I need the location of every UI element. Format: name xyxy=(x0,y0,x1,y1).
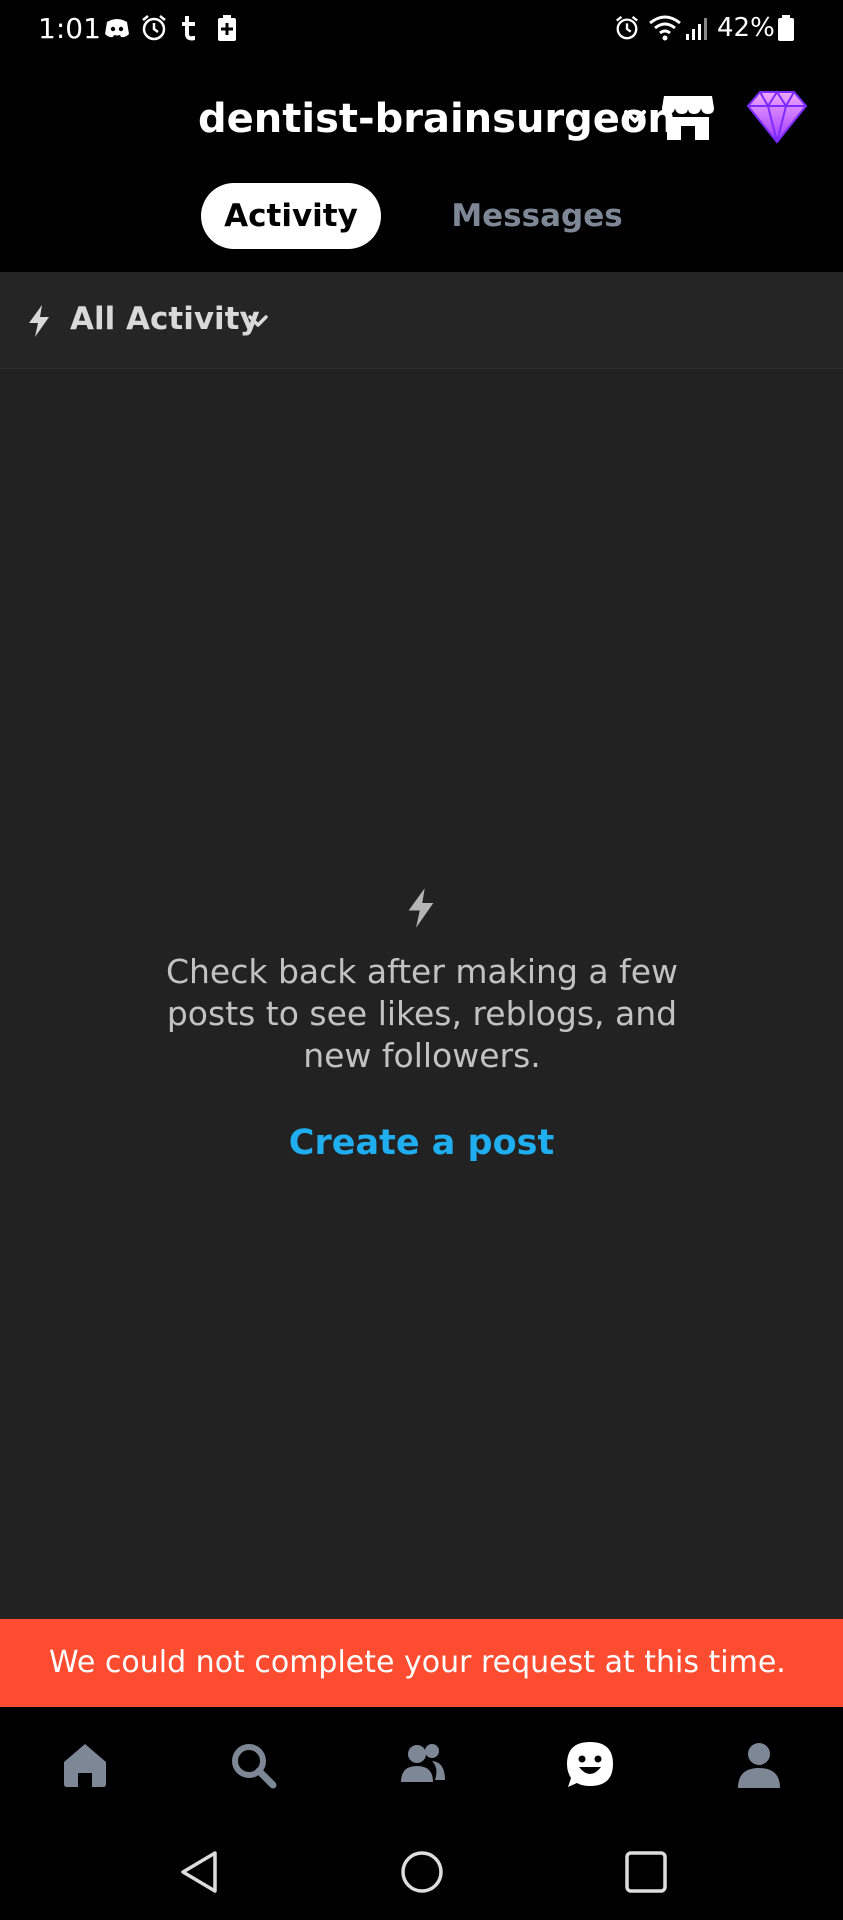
chevron-down-icon[interactable] xyxy=(620,102,650,132)
filter-label: All Activity xyxy=(70,301,260,337)
bottom-nav xyxy=(0,1707,843,1822)
nav-communities[interactable] xyxy=(392,1735,452,1795)
status-bar: 1:01 42% xyxy=(0,0,843,62)
create-post-label[interactable]: Create a post xyxy=(289,1123,554,1163)
back-icon xyxy=(181,1851,217,1893)
alarm-icon xyxy=(616,15,638,40)
lightning-icon xyxy=(408,888,434,928)
battery-saver-icon xyxy=(218,15,236,41)
back-button[interactable] xyxy=(172,1844,228,1900)
nav-activity[interactable] xyxy=(560,1735,620,1795)
signal-icon xyxy=(686,18,707,40)
nav-account[interactable] xyxy=(729,1735,789,1795)
search-icon xyxy=(232,1744,277,1789)
create-post-link[interactable]: Create a post xyxy=(0,1123,843,1163)
tab-activity[interactable]: Activity xyxy=(201,183,381,249)
chevron-down-icon xyxy=(248,315,268,327)
recents-button[interactable] xyxy=(618,1844,674,1900)
activity-icon xyxy=(567,1742,613,1787)
home-icon xyxy=(64,1744,106,1787)
nav-search[interactable] xyxy=(223,1735,283,1795)
home-button[interactable] xyxy=(394,1844,450,1900)
circle-icon xyxy=(401,1851,443,1893)
tumblr-icon xyxy=(182,16,195,41)
battery-percent: 42% xyxy=(717,13,775,43)
status-time: 1:01 xyxy=(38,12,101,45)
empty-state-message: Check back after making a few posts to s… xyxy=(165,952,679,1075)
communities-icon xyxy=(401,1744,445,1782)
shop-icon[interactable] xyxy=(660,90,716,142)
tab-messages[interactable]: Messages xyxy=(440,183,634,249)
header: dentist-brainsurgeon Activity Messages xyxy=(0,62,843,272)
error-message: We could not complete your request at th… xyxy=(49,1645,786,1680)
gem-icon[interactable] xyxy=(746,88,808,144)
discord-icon xyxy=(105,19,129,38)
battery-icon xyxy=(778,15,794,41)
wifi-icon xyxy=(649,15,681,41)
lightning-icon xyxy=(29,305,49,337)
account-icon xyxy=(738,1743,780,1788)
nav-home[interactable] xyxy=(55,1735,115,1795)
square-icon xyxy=(625,1851,667,1893)
activity-feed: Check back after making a few posts to s… xyxy=(0,369,843,1619)
alarm-icon xyxy=(142,15,166,41)
activity-filter[interactable]: All Activity xyxy=(0,272,843,369)
blog-name[interactable]: dentist-brainsurgeon xyxy=(198,96,676,142)
system-nav xyxy=(0,1822,843,1920)
error-banner: We could not complete your request at th… xyxy=(0,1619,843,1707)
